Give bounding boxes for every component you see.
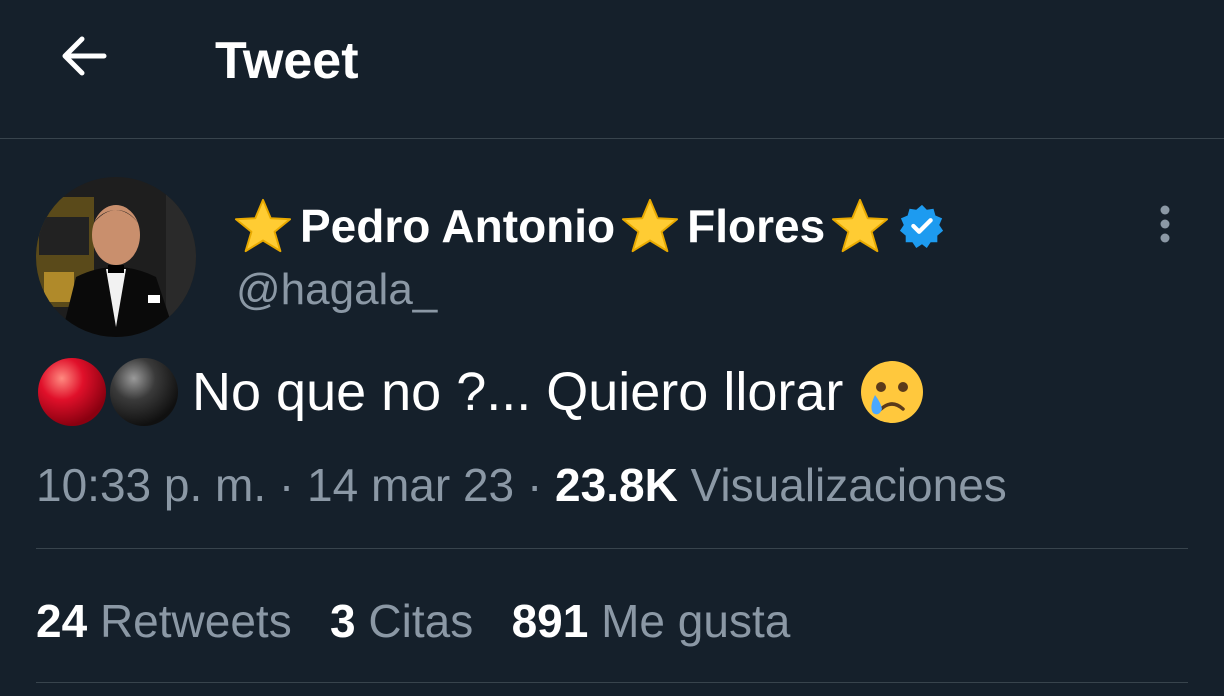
- more-vertical-icon[interactable]: [1150, 200, 1180, 248]
- tweet-body: No que no ?... Quiero llorar: [192, 362, 844, 422]
- star-emoji-icon: [622, 198, 679, 253]
- likes-label: Me gusta: [601, 595, 791, 647]
- black-circle-emoji-icon: [110, 358, 178, 426]
- red-circle-emoji-icon: [38, 358, 106, 426]
- tweet-text: No que no ?... Quiero llorar: [36, 356, 925, 428]
- views-count[interactable]: 23.8K: [555, 459, 678, 511]
- top-bar: Tweet: [0, 0, 1224, 139]
- retweets-count: 24: [36, 595, 88, 647]
- retweets-label: Retweets: [99, 595, 292, 647]
- meta-separator: ·: [278, 459, 295, 511]
- tweet-date[interactable]: 14 mar 23: [307, 459, 514, 511]
- tweet-time[interactable]: 10:33 p. m.: [36, 459, 266, 511]
- author-handle[interactable]: @hagala_: [236, 262, 437, 318]
- author-name-part-2: Flores: [687, 200, 826, 252]
- likes-stat[interactable]: 891 Me gusta: [512, 595, 791, 647]
- crying-face-emoji-icon: [861, 361, 924, 423]
- divider: [36, 548, 1188, 549]
- author-name[interactable]: Pedro Antonio Flores: [234, 196, 945, 256]
- author-name-part-1: Pedro Antonio: [300, 200, 616, 252]
- likes-count: 891: [511, 595, 589, 647]
- views-label[interactable]: Visualizaciones: [691, 459, 1007, 511]
- verified-badge-icon[interactable]: [899, 203, 945, 249]
- avatar[interactable]: [36, 177, 196, 337]
- quotes-label: Citas: [368, 595, 474, 647]
- meta-separator: ·: [526, 459, 543, 511]
- back-arrow-icon[interactable]: [56, 28, 112, 84]
- tweet-metadata: 10:33 p. m. · 14 mar 23 · 23.8K Visualiz…: [36, 456, 1007, 514]
- divider: [36, 682, 1188, 683]
- engagement-stats: 24 Retweets 3 Citas 891 Me gusta: [36, 592, 790, 650]
- star-emoji-icon: [832, 198, 889, 253]
- retweets-stat[interactable]: 24 Retweets: [36, 595, 292, 647]
- page-title: Tweet: [215, 32, 359, 90]
- quotes-count: 3: [330, 595, 356, 647]
- quotes-stat[interactable]: 3 Citas: [330, 595, 473, 647]
- star-emoji-icon: [234, 198, 292, 253]
